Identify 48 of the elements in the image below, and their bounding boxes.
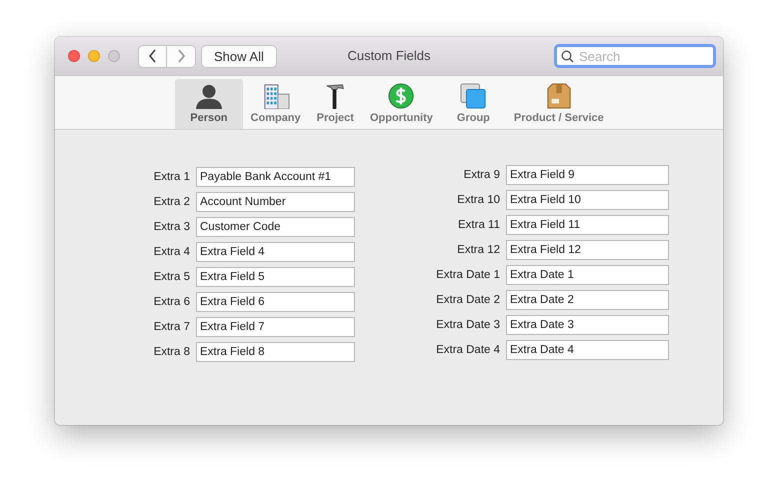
text-field[interactable]: Extra Field 9 <box>506 165 669 185</box>
text-field[interactable]: Extra Field 4 <box>196 242 355 262</box>
window-title: Custom Fields <box>347 48 431 63</box>
field-label: Extra 10 <box>456 194 500 206</box>
text-field[interactable]: Extra Field 6 <box>196 292 355 312</box>
field-label: Extra 7 <box>152 321 190 333</box>
field-label: Extra 4 <box>152 246 190 258</box>
tab[interactable]: Opportunity <box>362 79 441 129</box>
field-label: Extra Date 4 <box>435 344 500 356</box>
text-field[interactable]: Extra Field 10 <box>506 190 669 210</box>
search-icon <box>561 50 574 63</box>
text-field[interactable]: Account Number <box>196 192 355 212</box>
field-label: Extra Date 2 <box>435 294 500 306</box>
tab[interactable]: Person <box>175 79 243 129</box>
field-label: Extra 8 <box>152 346 190 358</box>
zoom-icon[interactable] <box>108 50 120 62</box>
show-all-button[interactable]: Show All <box>201 44 277 68</box>
tab[interactable]: Product / Service <box>506 79 612 129</box>
search-field[interactable]: Search <box>554 44 716 68</box>
text-field[interactable]: Extra Date 1 <box>506 265 669 285</box>
text-field[interactable]: Extra Date 3 <box>506 315 669 335</box>
text-field[interactable]: Extra Field 11 <box>506 215 669 235</box>
chevron-left-icon <box>148 49 158 63</box>
field-label: Extra 9 <box>462 169 500 181</box>
field-label: Extra 3 <box>152 221 190 233</box>
text-field[interactable]: Extra Field 8 <box>196 342 355 362</box>
text-field[interactable]: Extra Date 4 <box>506 340 669 360</box>
text-field[interactable]: Extra Field 12 <box>506 240 669 260</box>
text-field[interactable]: Customer Code <box>196 217 355 237</box>
text-field[interactable]: Payable Bank Account #1 <box>196 167 355 187</box>
text-field[interactable]: Extra Field 5 <box>196 267 355 287</box>
minimize-icon[interactable] <box>88 50 100 62</box>
back-button[interactable] <box>138 44 167 68</box>
field-label: Extra 5 <box>152 271 190 283</box>
text-field[interactable]: Extra Field 7 <box>196 317 355 337</box>
tab[interactable]: Company <box>242 79 309 129</box>
field-label: Extra Date 3 <box>435 319 500 331</box>
field-label: Extra Date 1 <box>435 269 500 281</box>
tab[interactable]: Group <box>448 79 498 129</box>
field-label: Extra 11 <box>457 219 500 231</box>
field-label: Extra 6 <box>152 296 190 308</box>
text-field[interactable]: Extra Date 2 <box>506 290 669 310</box>
field-label: Extra 1 <box>152 171 190 183</box>
tab[interactable]: Project <box>308 79 362 129</box>
field-label: Extra 2 <box>152 196 190 208</box>
field-label: Extra 12 <box>456 244 500 256</box>
chevron-right-icon <box>176 49 186 63</box>
close-icon[interactable] <box>68 50 80 62</box>
